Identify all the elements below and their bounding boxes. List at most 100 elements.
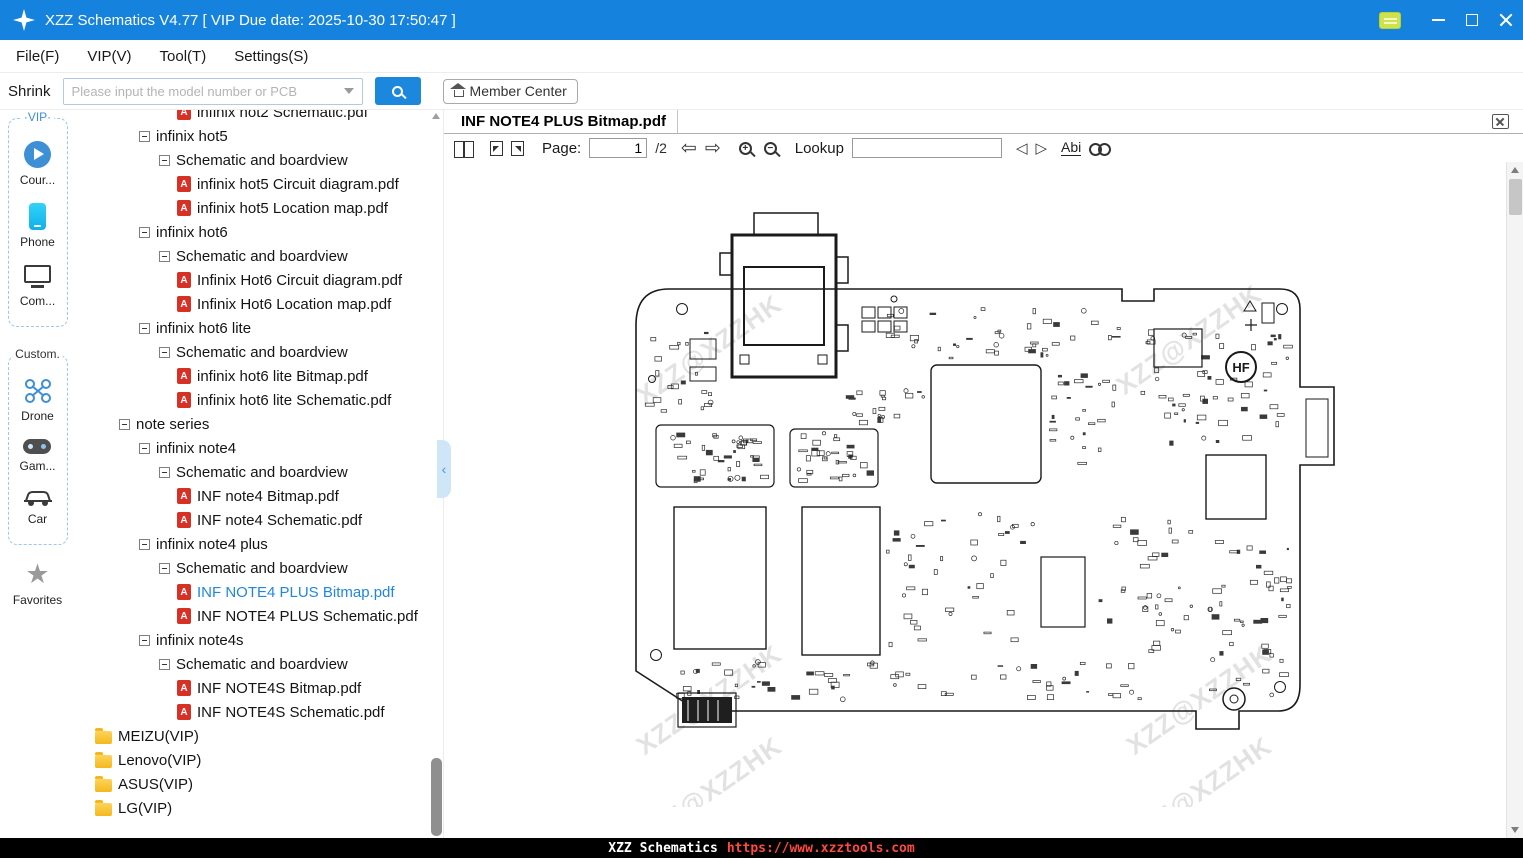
collapse-icon[interactable] [139,538,150,550]
tree-item[interactable]: MEIZU(VIP) [75,724,429,748]
search-next-icon[interactable]: ▷ [1036,139,1048,157]
tree-item[interactable]: Schematic and boardview [75,652,429,676]
scroll-up-arrow-icon[interactable] [1511,167,1519,173]
folder-icon [95,728,112,744]
tree-item[interactable]: INF note4 Schematic.pdf [75,508,429,532]
tree-item-selected[interactable]: INF NOTE4 PLUS Bitmap.pdf [75,580,429,604]
collapse-icon[interactable] [139,130,150,142]
dropdown-arrow-icon[interactable] [343,88,354,94]
search-button[interactable] [374,77,421,105]
close-document-icon[interactable] [1492,114,1509,129]
menu-vip[interactable]: VIP(V) [73,48,145,65]
lookup-input[interactable] [851,138,1002,158]
tree-item-label: INF NOTE4S Schematic.pdf [197,703,385,721]
menu-tool[interactable]: Tool(T) [146,48,221,65]
sidebar-item-game[interactable]: Gam... [19,439,56,473]
pdf-scrollbar-thumb[interactable] [1509,179,1522,215]
member-center-button[interactable]: Member Center [442,78,578,104]
collapse-icon[interactable] [139,442,150,454]
tree-item[interactable]: Lenovo(VIP) [75,748,429,772]
collapse-icon[interactable] [159,250,170,262]
tree-item[interactable]: infinix hot6 [75,220,429,244]
menubar: File(F) VIP(V) Tool(T) Settings(S) [0,40,1523,73]
pdf-icon [177,704,191,720]
sidebar-item-label: Favorites [12,593,63,607]
tree-item[interactable]: INF note4 Bitmap.pdf [75,484,429,508]
rotate-ccw-icon[interactable] [490,140,503,156]
license-card-icon[interactable] [1379,11,1401,29]
scroll-up-arrow-icon[interactable] [432,113,440,119]
sidebar-item-course[interactable]: Cour... [20,141,55,187]
sidebar-item-phone[interactable]: Phone [20,203,55,249]
tree-item[interactable]: infinix hot5 Location map.pdf [75,196,429,220]
tree-item[interactable]: note series [75,412,429,436]
pdf-viewer[interactable]: XZZ@XZZHK XZZ@XZZHK XZZ@XZZHK XZZ@XZZHK … [444,162,1523,838]
tree-item[interactable]: INF NOTE4S Schematic.pdf [75,700,429,724]
tree-item-label: infinix note4 plus [156,535,268,553]
rotate-cw-icon[interactable] [511,140,524,156]
car-icon [23,491,52,506]
tree-scrollbar-thumb[interactable] [431,758,442,836]
page-total: /2 [655,140,667,156]
sidebar-item-car[interactable]: Car [23,489,53,526]
match-case-icon[interactable]: Abi [1061,139,1082,157]
collapse-icon[interactable] [159,346,170,358]
pdf-icon [177,488,191,504]
tree-item[interactable]: ASUS(VIP) [75,772,429,796]
minimize-button[interactable] [1421,0,1455,40]
tree-item[interactable]: Schematic and boardview [75,148,429,172]
tree-item[interactable]: Infinix Hot6 Location map.pdf [75,292,429,316]
close-button[interactable] [1489,0,1523,40]
tree-item[interactable]: infinix hot6 lite Schematic.pdf [75,388,429,412]
tree-item[interactable]: LG(VIP) [75,796,429,820]
collapse-icon[interactable] [119,418,130,430]
tree-item[interactable]: infinix note4 [75,436,429,460]
collapse-icon[interactable] [159,562,170,574]
tree-item-label: infinix hot6 lite Schematic.pdf [197,391,392,409]
next-page-icon[interactable]: ⇨ [705,139,721,158]
scroll-down-arrow-icon[interactable] [1511,827,1519,833]
pdf-scrollbar[interactable] [1506,162,1523,838]
two-page-view-icon[interactable] [454,140,474,158]
zoom-in-icon[interactable] [738,141,752,155]
collapse-icon[interactable] [159,658,170,670]
zoom-out-icon[interactable] [763,141,777,155]
tree-item[interactable]: Schematic and boardview [75,340,429,364]
tree-item[interactable]: infinix note4s [75,628,429,652]
custom-group: Custom. Drone Gam... Car [7,347,68,545]
search-all-icon[interactable] [1089,142,1112,156]
collapse-icon[interactable] [139,634,150,646]
sidebar-item-favorites[interactable]: ★ Favorites [12,561,63,608]
collapse-icon[interactable] [139,226,150,238]
prev-page-icon[interactable]: ⇦ [681,139,697,158]
tree-item[interactable]: infinix hot5 [75,124,429,148]
collapse-icon[interactable] [159,466,170,478]
page-number-input[interactable] [589,138,648,158]
sidebar-item-computer[interactable]: Com... [20,265,55,308]
tree-item[interactable]: Schematic and boardview [75,244,429,268]
tree-item[interactable]: infinix hot5 Circuit diagram.pdf [75,172,429,196]
menu-settings[interactable]: Settings(S) [220,48,322,65]
collapse-icon[interactable] [139,322,150,334]
tree-item[interactable]: infinix not2 Schematic.pdf [75,110,429,124]
document-tab[interactable]: INF NOTE4 PLUS Bitmap.pdf [444,110,678,133]
tree-item[interactable]: infinix hot6 lite Bitmap.pdf [75,364,429,388]
shrink-button[interactable]: Shrink [8,83,51,100]
sidebar-item-label: Drone [21,409,54,423]
tree-item[interactable]: Infinix Hot6 Circuit diagram.pdf [75,268,429,292]
sidebar-item-drone[interactable]: Drone [21,378,54,423]
tree-item[interactable]: INF NOTE4S Bitmap.pdf [75,676,429,700]
tree-item[interactable]: Schematic and boardview [75,460,429,484]
menu-file[interactable]: File(F) [0,48,73,65]
model-search-input[interactable] [63,78,344,104]
hf-logo: HF [1225,351,1257,383]
collapse-icon[interactable] [159,154,170,166]
tree-item[interactable]: INF NOTE4 PLUS Schematic.pdf [75,604,429,628]
search-prev-icon[interactable]: ◁ [1016,139,1028,157]
tree-item[interactable]: Schematic and boardview [75,556,429,580]
tree-item[interactable]: infinix note4 plus [75,532,429,556]
tree-item[interactable]: infinix hot6 lite [75,316,429,340]
panel-collapse-handle[interactable]: ‹ [437,440,451,498]
maximize-button[interactable] [1455,0,1489,40]
pdf-icon [177,584,191,600]
